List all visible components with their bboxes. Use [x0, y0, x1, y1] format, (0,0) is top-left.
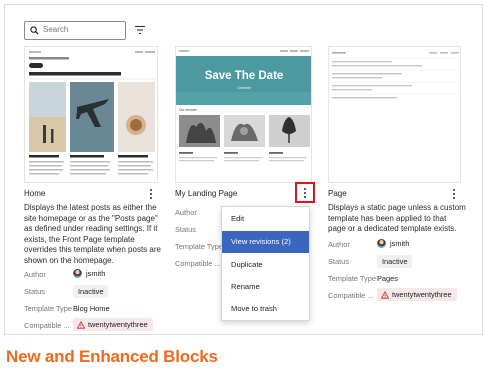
card-title-page[interactable]: Page — [328, 189, 347, 198]
compatible-label: Compatible ... — [328, 291, 374, 300]
more-options-icon[interactable] — [449, 188, 459, 200]
author-label: Author — [175, 208, 197, 217]
card-title-home[interactable]: Home — [24, 189, 45, 198]
menu-item-edit[interactable]: Edit — [222, 208, 309, 230]
status-label: Status — [24, 287, 45, 296]
search-input[interactable]: Search — [24, 21, 126, 40]
card-description-page: Displays a static page unless a custom t… — [328, 203, 466, 233]
search-icon — [30, 26, 39, 35]
author-name: jsmith — [86, 269, 106, 278]
template-type-value: Pages — [377, 274, 398, 283]
compatible-label: Compatible ... — [175, 259, 221, 268]
avatar — [73, 269, 82, 278]
status-badge: Inactive — [377, 255, 413, 268]
status-label: Status — [328, 257, 349, 266]
template-actions-menu: Edit View revisions (2) Duplicate Rename… — [221, 206, 310, 321]
compatible-label: Compatible ... — [24, 321, 70, 330]
menu-item-move-to-trash[interactable]: Move to trash — [222, 298, 309, 320]
warning-icon — [381, 290, 389, 299]
home-preview-image — [25, 47, 157, 182]
services-heading: Our services — [179, 108, 197, 112]
template-type-label: Template Type — [328, 274, 376, 283]
compatible-theme-name: twentytwentythree — [88, 320, 148, 329]
home-template-preview[interactable] — [24, 46, 158, 183]
author-value: jsmith — [377, 239, 409, 248]
template-type-value: Blog Home — [73, 304, 110, 313]
author-value: jsmith — [73, 269, 105, 278]
status-badge: Inactive — [73, 285, 109, 298]
landing-preview-image: Save The Date Celebrate Our services — [176, 47, 311, 182]
page-template-preview[interactable] — [328, 46, 461, 183]
author-label: Author — [328, 240, 350, 249]
section-heading: New and Enhanced Blocks — [6, 347, 218, 366]
author-name: jsmith — [390, 239, 410, 248]
more-options-icon[interactable] — [146, 188, 156, 200]
author-label: Author — [24, 270, 46, 279]
hero-subtitle: Celebrate — [237, 86, 251, 90]
hero-headline: Save The Date — [205, 70, 284, 82]
more-options-button-highlighted[interactable] — [295, 182, 315, 203]
filter-icon[interactable] — [134, 24, 146, 36]
search-placeholder: Search — [43, 25, 69, 34]
template-type-label: Template Type — [24, 304, 72, 313]
warning-icon — [77, 320, 85, 329]
status-label: Status — [175, 225, 196, 234]
more-options-icon — [300, 187, 310, 199]
menu-item-view-revisions[interactable]: View revisions (2) — [222, 231, 309, 253]
compatible-theme-badge: twentytwentythree — [73, 318, 153, 331]
template-type-label: Template Type — [175, 242, 223, 251]
page-preview-image — [329, 47, 460, 182]
card-title-my-landing-page[interactable]: My Landing Page — [175, 189, 237, 198]
compatible-theme-name: twentytwentythree — [392, 290, 452, 299]
menu-item-rename[interactable]: Rename — [222, 276, 309, 298]
compatible-theme-badge: twentytwentythree — [377, 288, 457, 301]
menu-item-duplicate[interactable]: Duplicate — [222, 254, 309, 276]
avatar — [377, 239, 386, 248]
card-description-home: Displays the latest posts as either the … — [24, 203, 161, 265]
landing-page-template-preview[interactable]: Save The Date Celebrate Our services — [175, 46, 312, 183]
